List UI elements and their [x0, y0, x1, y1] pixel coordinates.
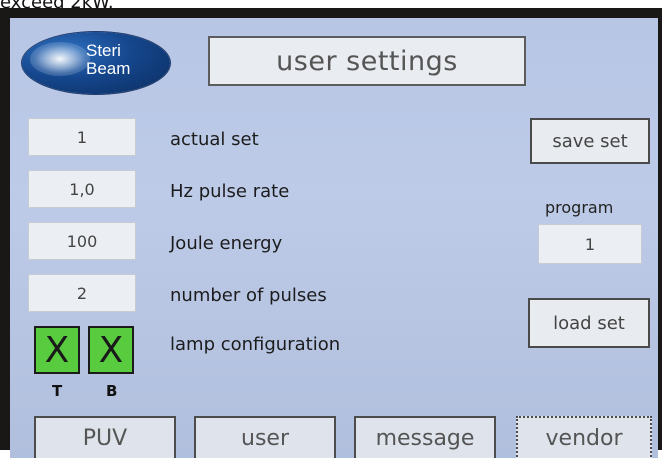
actual-set-label: actual set: [170, 129, 259, 150]
device-bezel: Steri Beam user settings 1 1,0 100 2 act…: [0, 8, 662, 458]
lamp-bottom-toggle[interactable]: X: [88, 326, 134, 374]
logo-line1: Steri: [86, 41, 121, 60]
lamp-top-caption: T: [52, 382, 63, 400]
steribeam-logo: Steri Beam: [22, 32, 170, 94]
save-set-button[interactable]: save set: [530, 118, 650, 164]
pulse-rate-label: Hz pulse rate: [170, 181, 290, 202]
program-label: program: [545, 198, 614, 217]
pulse-rate-field[interactable]: 1,0: [28, 170, 136, 208]
energy-field[interactable]: 100: [28, 222, 136, 260]
actual-set-field[interactable]: 1: [28, 118, 136, 156]
tab-message[interactable]: message: [354, 416, 496, 458]
lamp-bottom-caption: B: [106, 382, 118, 400]
lamp-configuration-label: lamp configuration: [170, 334, 341, 355]
logo-text: Steri Beam: [86, 42, 130, 78]
touch-screen: Steri Beam user settings 1 1,0 100 2 act…: [10, 18, 658, 458]
tab-user[interactable]: user: [194, 416, 336, 458]
logo-line2: Beam: [86, 59, 131, 78]
page-title: user settings: [208, 36, 526, 86]
pulses-label: number of pulses: [170, 285, 327, 306]
pulses-field[interactable]: 2: [28, 274, 136, 312]
energy-label: Joule energy: [170, 233, 283, 254]
load-set-button[interactable]: load set: [528, 298, 650, 348]
tab-puv[interactable]: PUV: [34, 416, 176, 458]
lamp-top-toggle[interactable]: X: [34, 326, 80, 374]
logo-glow-icon: [30, 42, 90, 76]
program-field[interactable]: 1: [538, 224, 642, 264]
caption-text: exceed 2kW.: [0, 0, 114, 13]
tab-vendor[interactable]: vendor: [516, 416, 652, 458]
